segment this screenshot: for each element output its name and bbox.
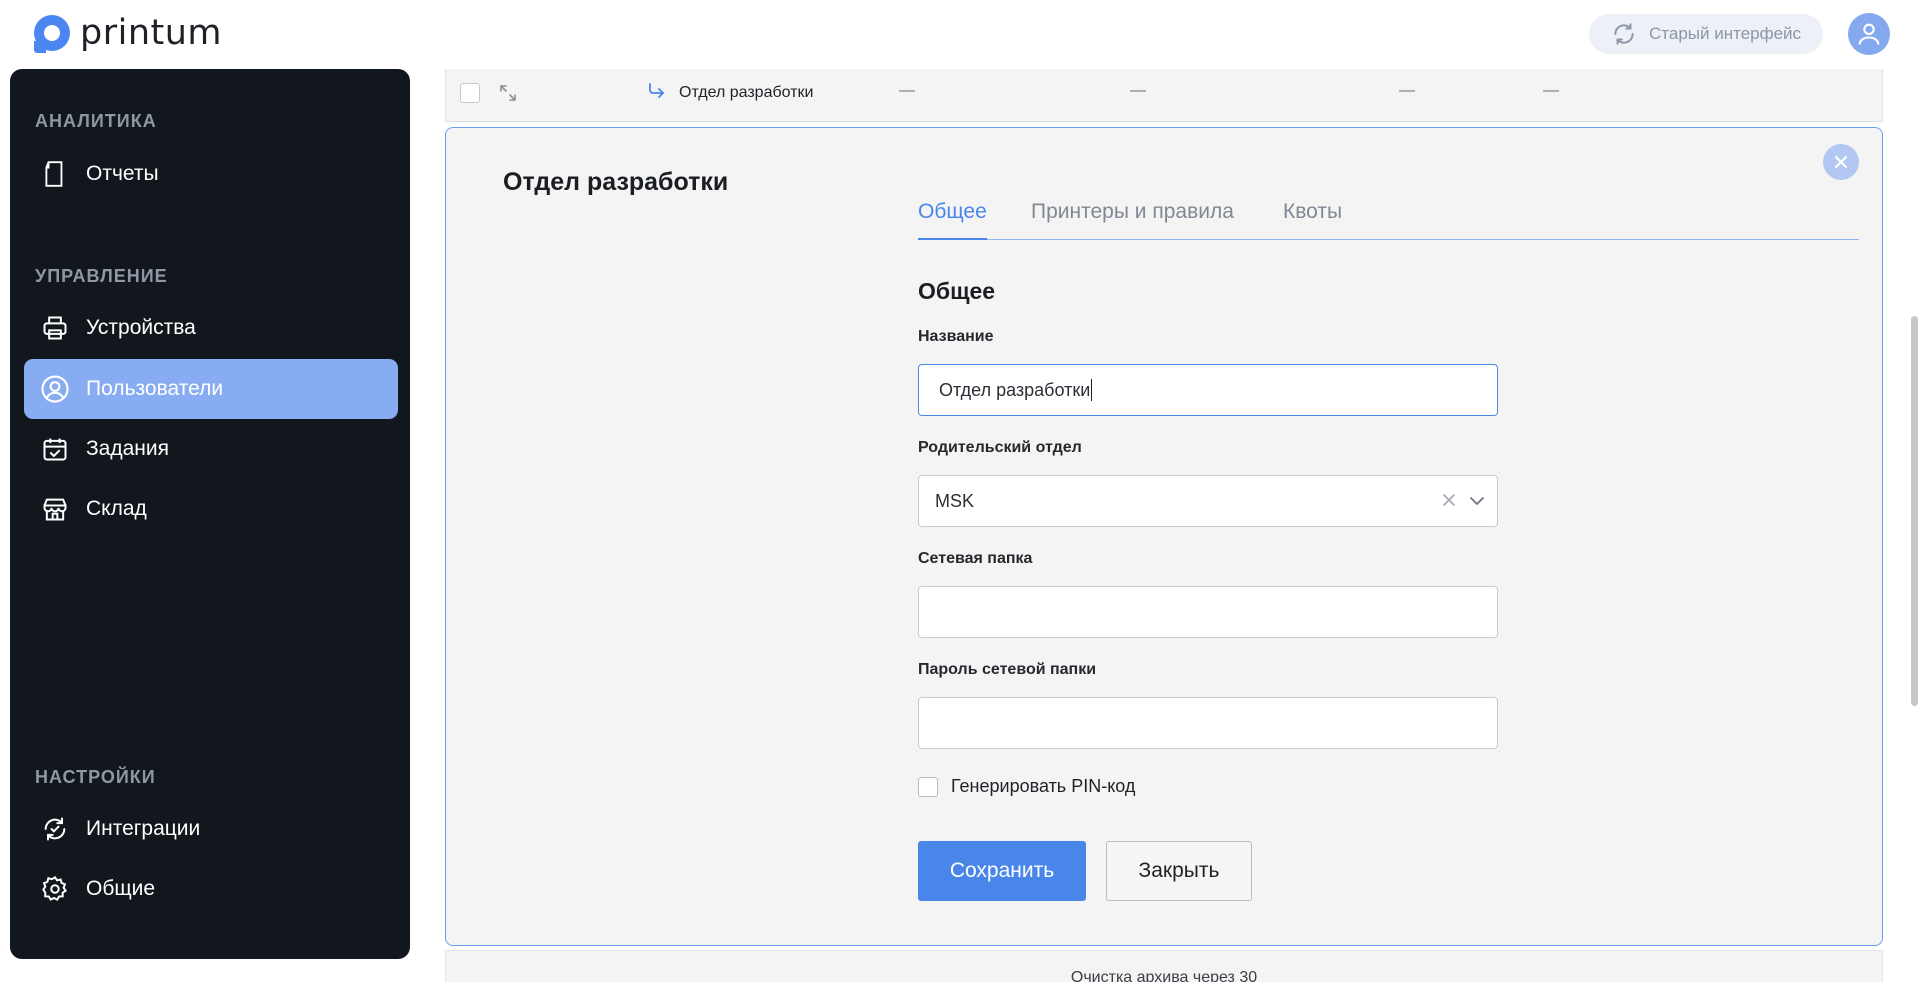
section-title-analytics: АНАЛИТИКА: [35, 111, 157, 131]
old-interface-button[interactable]: Старый интерфейс: [1589, 14, 1823, 54]
user-icon: [40, 374, 70, 404]
expand-icon[interactable]: [498, 83, 518, 108]
footer-bar: Очистка архива через 30: [445, 950, 1883, 982]
tab-general[interactable]: Общее: [918, 200, 987, 240]
parent-department-value: MSK: [935, 490, 975, 511]
checkbox-box[interactable]: [918, 776, 938, 797]
network-folder-input[interactable]: [918, 586, 1498, 638]
name-input-value: Отдел разработки: [939, 379, 1091, 400]
network-folder-label: Сетевая папка: [918, 550, 1033, 567]
store-icon: [40, 494, 70, 524]
sidebar-item-label: Интеграции: [86, 817, 201, 840]
refresh-icon: [1614, 23, 1634, 45]
section-title-settings: НАСТРОЙКИ: [35, 767, 156, 787]
sidebar-item-integrations[interactable]: Интеграции: [24, 799, 398, 859]
table-row[interactable]: Отдел разработки — — — —: [445, 69, 1883, 122]
logo[interactable]: printum: [34, 12, 222, 54]
row-department-name: Отдел разработки: [679, 84, 814, 101]
network-folder-password-input[interactable]: [918, 697, 1498, 749]
row-cell-empty: —: [1399, 82, 1415, 99]
logo-text: printum: [80, 13, 223, 53]
close-icon: [1834, 155, 1848, 169]
name-field-label: Название: [918, 328, 994, 345]
close-button[interactable]: Закрыть: [1106, 841, 1252, 901]
sidebar-item-label: Устройства: [86, 316, 196, 339]
archive-cleanup-text: Очистка архива через 30: [1070, 969, 1258, 982]
printum-logo-icon: [34, 15, 70, 53]
sidebar-item-devices[interactable]: Устройства: [24, 298, 398, 358]
row-cell-empty: —: [1543, 82, 1559, 99]
section-title-management: УПРАВЛЕНИЕ: [35, 266, 168, 286]
panel-title: Отдел разработки: [503, 168, 729, 196]
sidebar-item-general[interactable]: Общие: [24, 859, 398, 919]
sidebar-item-users[interactable]: Пользователи: [24, 359, 398, 419]
sidebar-item-label: Склад: [86, 497, 147, 520]
page-scrollbar[interactable]: [1911, 316, 1918, 706]
panel-tabs: Общее Принтеры и правила Квоты: [918, 200, 1859, 240]
user-avatar-icon: [1858, 23, 1880, 45]
text-caret: [1091, 379, 1093, 401]
parent-department-select[interactable]: MSK: [918, 475, 1498, 527]
tab-printers-rules[interactable]: Принтеры и правила: [1031, 200, 1234, 240]
sidebar-item-warehouse[interactable]: Склад: [24, 479, 398, 539]
close-panel-button[interactable]: [1823, 144, 1859, 180]
sidebar-item-label: Пользователи: [86, 377, 224, 400]
gear-icon: [40, 874, 70, 904]
save-button[interactable]: Сохранить: [918, 841, 1086, 901]
avatar[interactable]: [1848, 13, 1890, 55]
form-section-heading: Общее: [918, 278, 996, 304]
sidebar: АНАЛИТИКА Отчеты УПРАВЛЕНИЕ Устройства П…: [10, 69, 410, 959]
parent-department-label: Родительский отдел: [918, 439, 1082, 456]
name-input[interactable]: Отдел разработки: [918, 364, 1498, 416]
row-cell-empty: —: [1130, 82, 1146, 99]
network-folder-password-label: Пароль сетевой папки: [918, 661, 1097, 678]
old-interface-label: Старый интерфейс: [1649, 24, 1802, 43]
department-detail-panel: Отдел разработки Общее Принтеры и правил…: [445, 127, 1883, 946]
sync-icon: [40, 814, 70, 844]
chevron-down-icon[interactable]: [1469, 493, 1485, 514]
tab-quotas[interactable]: Квоты: [1283, 200, 1342, 240]
subdepartment-arrow-icon: [646, 81, 668, 108]
sidebar-item-label: Задания: [86, 437, 169, 460]
printer-icon: [40, 313, 70, 343]
sidebar-item-tasks[interactable]: Задания: [24, 419, 398, 479]
sidebar-item-label: Общие: [86, 877, 156, 900]
row-checkbox[interactable]: [460, 83, 480, 103]
calendar-check-icon: [40, 434, 70, 464]
sidebar-item-reports[interactable]: Отчеты: [24, 144, 398, 204]
generate-pin-label: Генерировать PIN-код: [951, 776, 1136, 796]
document-icon: [40, 159, 70, 189]
clear-selection-icon[interactable]: [1441, 492, 1457, 513]
generate-pin-checkbox[interactable]: Генерировать PIN-код: [918, 776, 1135, 797]
row-cell-empty: —: [899, 82, 915, 99]
sidebar-item-label: Отчеты: [86, 162, 159, 185]
